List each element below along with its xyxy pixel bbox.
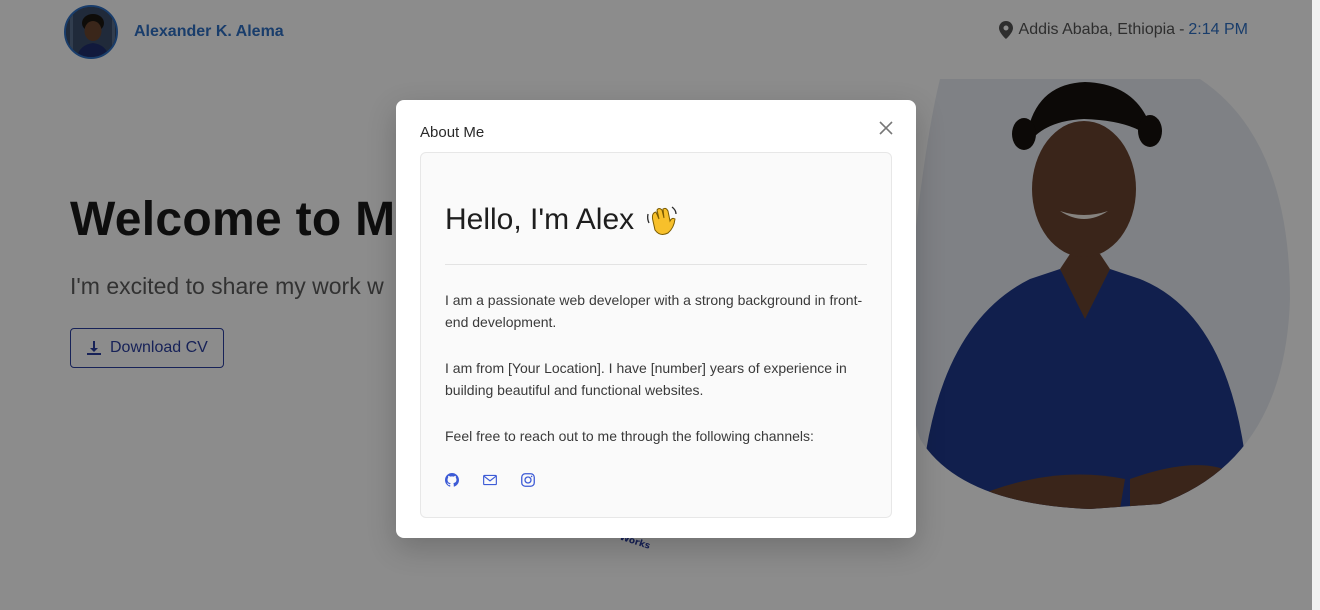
close-icon xyxy=(879,121,893,135)
about-me-modal: About Me Hello, I'm Alex I am a passiona… xyxy=(396,100,916,538)
instagram-link[interactable] xyxy=(521,473,535,487)
about-heading-text: Hello, I'm Alex xyxy=(445,203,635,236)
about-paragraph: Feel free to reach out to me through the… xyxy=(445,428,814,444)
page-scrollbar[interactable] xyxy=(1312,0,1320,610)
github-link[interactable] xyxy=(445,473,459,487)
about-paragraph: I am from [Your Location]. I have [numbe… xyxy=(445,360,847,398)
heading-divider xyxy=(445,264,867,265)
email-link[interactable] xyxy=(483,473,497,487)
waving-hand-icon xyxy=(644,203,678,237)
modal-title: About Me xyxy=(420,124,485,141)
github-icon xyxy=(445,473,459,487)
close-button[interactable] xyxy=(876,118,896,138)
about-paragraph: I am a passionate web developer with a s… xyxy=(445,292,863,330)
about-card: Hello, I'm Alex I am a passionate web de… xyxy=(420,152,892,518)
mail-icon xyxy=(483,474,497,486)
instagram-icon xyxy=(521,473,535,487)
social-links xyxy=(445,473,535,487)
about-heading: Hello, I'm Alex xyxy=(445,203,678,237)
